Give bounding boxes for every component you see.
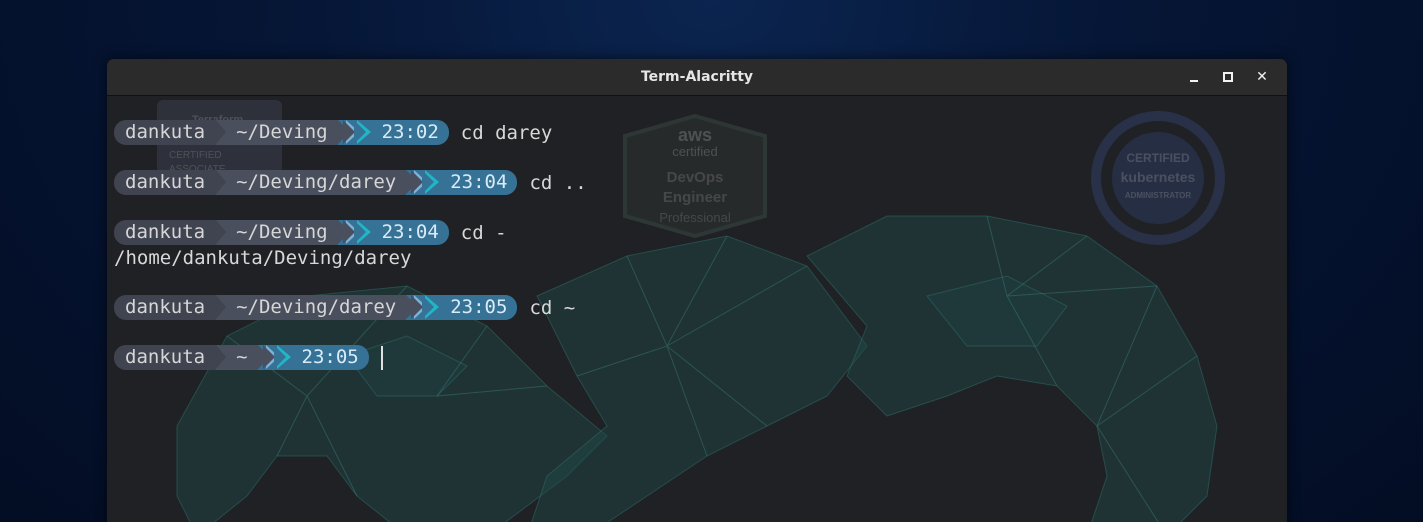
prompt: dankuta ~/Deving 23:02 [114, 120, 449, 145]
prompt-separator-icon [337, 120, 378, 145]
prompt-separator-icon [406, 170, 447, 195]
prompt-user: dankuta [114, 220, 217, 245]
command-text: cd - [460, 221, 507, 244]
prompt-path: ~/Deving [216, 120, 338, 145]
prompt-time: 23:05 [297, 345, 369, 370]
command-output: /home/dankuta/Deving/darey [114, 246, 412, 269]
prompt-user: dankuta [114, 345, 217, 370]
prompt-path: ~/Deving [216, 220, 338, 245]
output-line: /home/dankuta/Deving/darey [114, 245, 1287, 270]
window-title: Term-Alacritty [640, 69, 754, 85]
prompt-time: 23:04 [377, 220, 449, 245]
maximize-icon [1223, 72, 1233, 82]
prompt-user: dankuta [114, 295, 217, 320]
terminal-area[interactable]: CERTIFIED ASSOCIATE Terraform aws certif… [107, 96, 1287, 522]
minimize-icon [1190, 80, 1198, 82]
prompt-line: dankuta ~/Deving/darey 23:05 cd ~ [114, 295, 1287, 320]
command-text: cd ~ [529, 296, 576, 319]
prompt-time: 23:05 [446, 295, 518, 320]
prompt: dankuta ~/Deving/darey 23:04 [114, 170, 518, 195]
prompt-line: dankuta ~/Deving 23:02 cd darey [114, 120, 1287, 145]
prompt-time: 23:02 [377, 120, 449, 145]
prompt-separator-icon [337, 220, 378, 245]
terminal-output: dankuta ~/Deving 23:02 cd darey dankuta … [107, 96, 1287, 370]
prompt-time: 23:04 [446, 170, 518, 195]
terminal-window: Term-Alacritty ✕ CERTIFIED aws certified… [107, 59, 1287, 522]
prompt-line: dankuta ~/Deving/darey 23:04 cd .. [114, 170, 1287, 195]
prompt-line[interactable]: dankuta ~ 23:05 [114, 345, 1287, 370]
prompt: dankuta ~/Deving 23:04 [114, 220, 449, 245]
window-controls: ✕ [1177, 59, 1279, 95]
prompt-path: ~/Deving/darey [216, 170, 407, 195]
prompt-user: dankuta [114, 170, 217, 195]
close-icon: ✕ [1256, 69, 1268, 85]
prompt-path: ~ [216, 345, 258, 370]
prompt-line: dankuta ~/Deving 23:04 cd - [114, 220, 1287, 245]
command-text: cd .. [529, 171, 587, 194]
prompt-separator-icon [406, 295, 447, 320]
maximize-button[interactable] [1211, 59, 1245, 95]
minimize-button[interactable] [1177, 59, 1211, 95]
prompt-user: dankuta [114, 120, 217, 145]
close-button[interactable]: ✕ [1245, 59, 1279, 95]
text-cursor[interactable] [380, 345, 383, 370]
prompt: dankuta ~/Deving/darey 23:05 [114, 295, 518, 320]
title-bar[interactable]: Term-Alacritty ✕ [107, 59, 1287, 96]
prompt: dankuta ~ 23:05 [114, 345, 369, 370]
prompt-separator-icon [257, 345, 298, 370]
command-text: cd darey [460, 121, 553, 144]
prompt-path: ~/Deving/darey [216, 295, 407, 320]
